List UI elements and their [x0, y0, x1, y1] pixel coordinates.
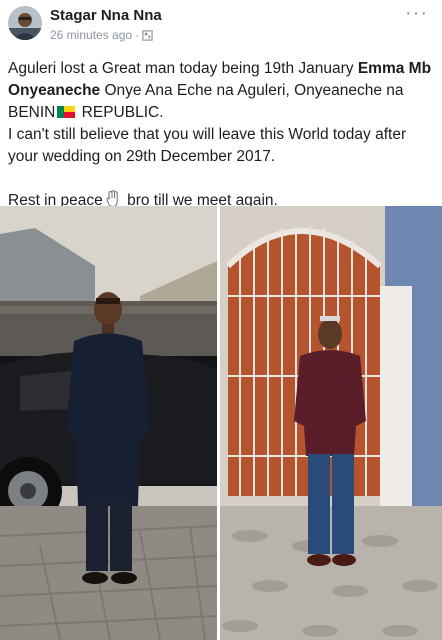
post-timestamp[interactable]: 26 minutes ago: [50, 28, 132, 42]
man-by-gate-photo[interactable]: [220, 206, 442, 640]
post-meta: 26 minutes ago ·: [50, 28, 153, 42]
man-by-car-photo[interactable]: [0, 206, 217, 640]
post-text: Aguleri lost a Great man today being 19t…: [8, 58, 438, 212]
facebook-post: Stagar Nna Nna 26 minutes ago · ··· Agul…: [0, 0, 442, 640]
benin-flag-icon: [57, 106, 76, 118]
post-paragraph-2: I can't still believe that you will leav…: [8, 126, 407, 165]
more-options-button[interactable]: ···: [405, 2, 428, 25]
author-name[interactable]: Stagar Nna Nna: [50, 7, 162, 24]
post-header: Stagar Nna Nna 26 minutes ago · ···: [0, 0, 442, 52]
text-segment: Aguleri lost a Great man today being 19t…: [8, 60, 358, 77]
meta-separator: ·: [135, 28, 140, 42]
text-segment: REPUBLIC.: [77, 104, 164, 121]
post-paragraph-1: Aguleri lost a Great man today being 19t…: [8, 58, 438, 124]
globe-icon: [142, 29, 153, 41]
avatar[interactable]: [8, 6, 42, 40]
